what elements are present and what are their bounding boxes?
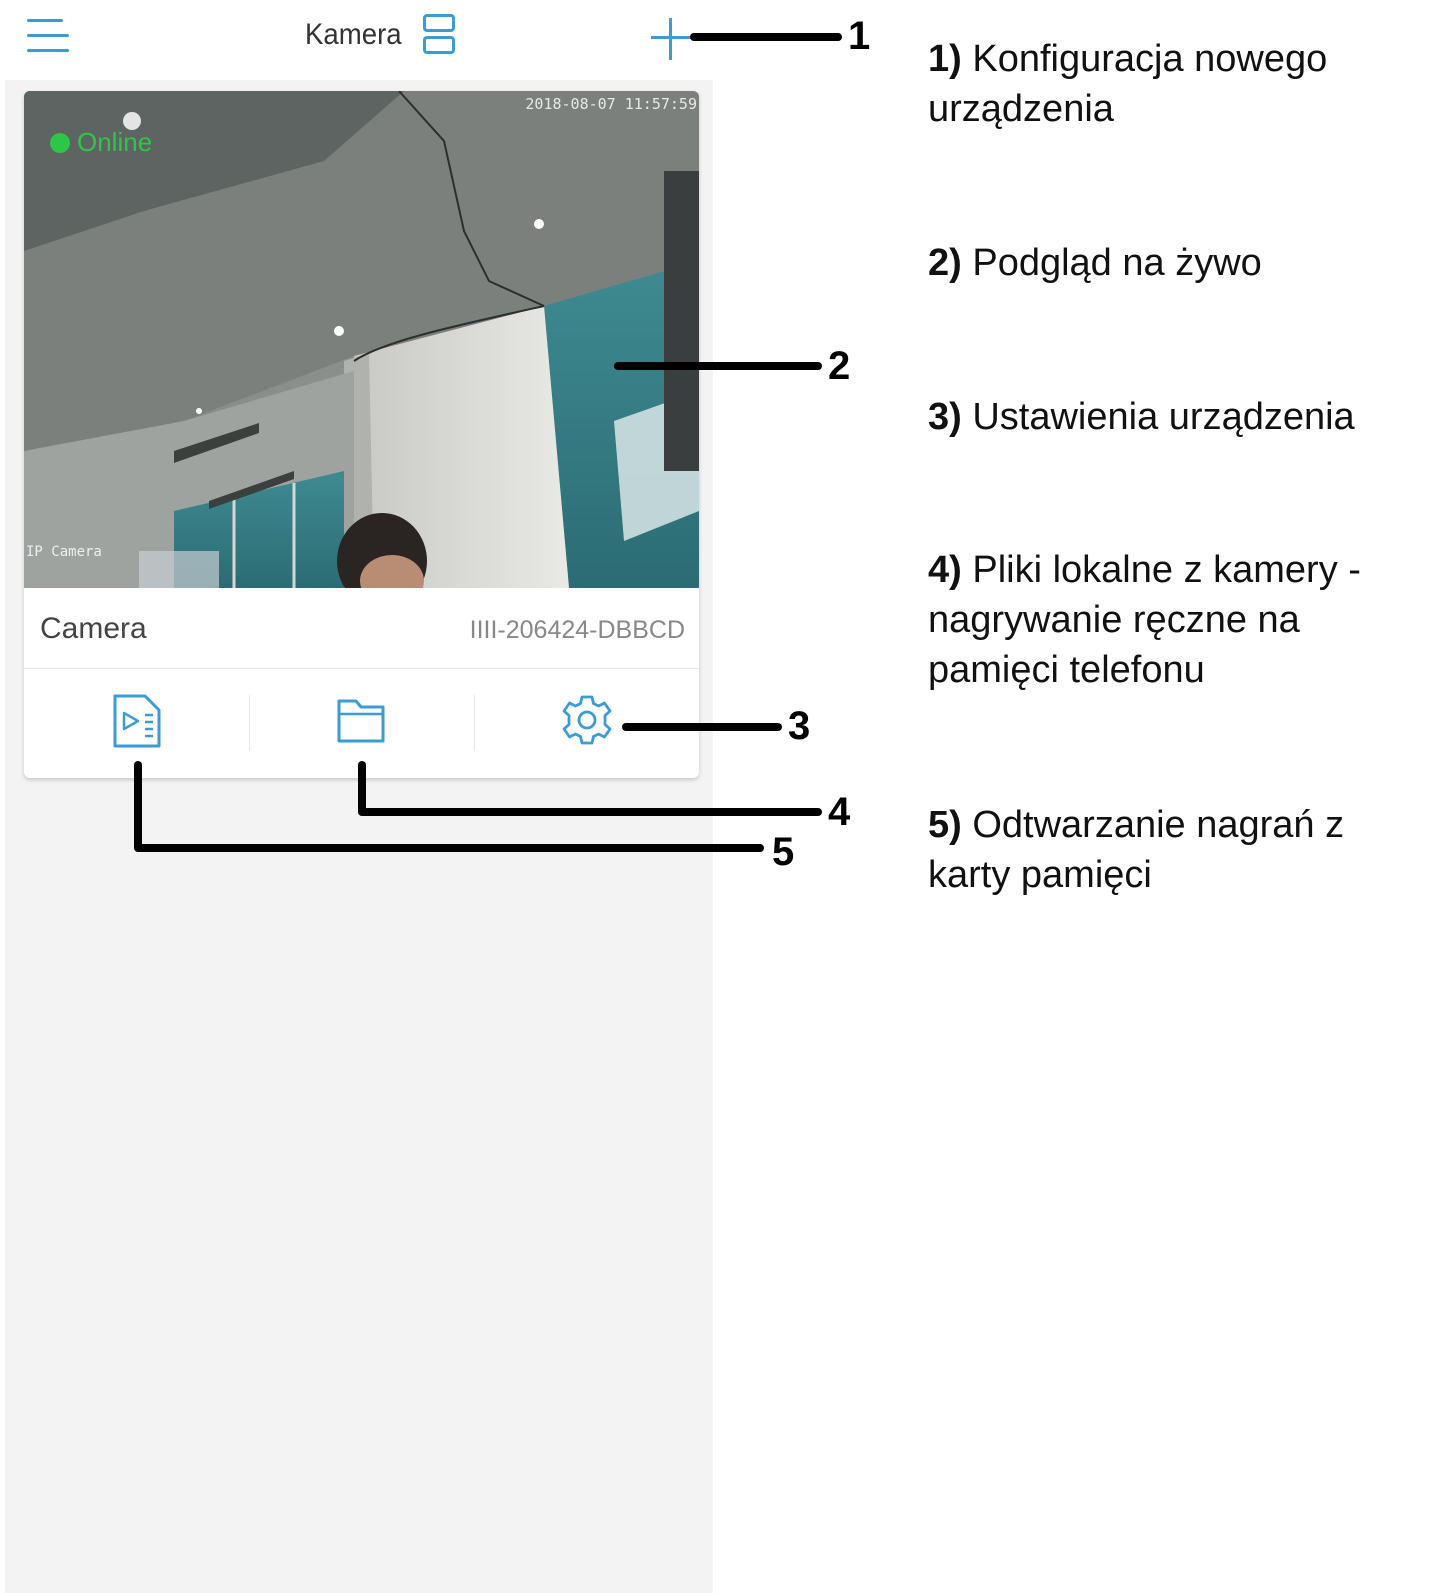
hamburger-menu-icon[interactable] [27,15,71,55]
page-title: Kamera [305,18,402,51]
legend-item-5: 5) Odtwarzanie nagrań z karty pamięci [928,800,1428,900]
top-bar: Kamera [5,0,713,80]
callout-number: 3 [788,704,811,748]
device-actions [24,669,699,778]
gear-icon [562,695,611,745]
device-info-row: Camera IIII-206424-DBBCD [24,588,699,669]
device-id: IIII-206424-DBBCD [469,616,685,644]
legend-text: Konfiguracja nowego urządzenia [928,38,1328,130]
legend-item-4: 4) Pliki lokalne z kamery - nagrywanie r… [928,545,1428,695]
video-osd-name: IP Camera [26,544,102,560]
callout-number: 4 [828,790,851,834]
folder-icon [337,699,384,743]
local-files-button[interactable] [249,669,474,778]
legend-text: Pliki lokalne z kamery - nagrywanie ręcz… [928,549,1361,691]
online-dot-icon [50,132,70,153]
settings-button[interactable] [474,669,699,778]
legend-number: 4) [928,549,962,591]
playback-file-icon [113,694,160,748]
legend-number: 5) [928,804,962,846]
online-status: Online [50,127,152,158]
legend-item-1: 1) Konfiguracja nowego urządzenia [928,34,1428,134]
camera-video-frame [24,91,699,588]
playback-button[interactable] [24,669,249,778]
legend-text: Ustawienia urządzenia [972,396,1355,438]
live-preview[interactable]: Online 2018-08-07 11:57:59 IP Camera [24,91,699,588]
layout-toggle-icon[interactable] [421,12,459,58]
legend-number: 3) [928,396,962,438]
callout-number: 5 [772,830,795,874]
callout-number: 1 [848,14,871,58]
device-name: Camera [40,612,147,645]
app-screen: Kamera Online 2018-08-07 11:57:59 IP Cam… [5,0,713,1593]
callout-number: 2 [828,344,851,388]
legend-number: 1) [928,38,962,80]
legend-item-3: 3) Ustawienia urządzenia [928,392,1428,442]
camera-card: Online 2018-08-07 11:57:59 IP Camera Cam… [24,91,699,778]
legend-text: Podgląd na żywo [972,242,1262,284]
legend-number: 2) [928,242,962,284]
video-timestamp: 2018-08-07 11:57:59 [525,95,697,113]
online-status-label: Online [77,127,153,157]
legend-item-2: 2) Podgląd na żywo [928,238,1428,288]
legend-text: Odtwarzanie nagrań z karty pamięci [928,804,1345,896]
add-device-button[interactable] [651,18,691,60]
